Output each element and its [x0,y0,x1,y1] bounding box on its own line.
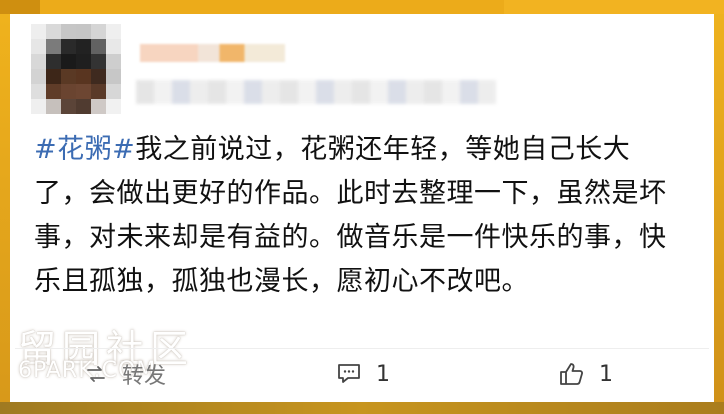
comment-icon [336,361,362,387]
repost-button[interactable]: 转发 [84,359,166,389]
thumbs-up-icon [557,360,585,388]
like-button[interactable]: 1 [557,359,613,389]
post-meta-blurred [136,80,496,104]
comment-count: 1 [376,361,390,387]
post-action-bar: 转发 1 1 [15,348,709,401]
repost-icon [84,362,108,386]
frame-top-right-accent [504,0,724,14]
avatar[interactable] [31,24,121,114]
frame-bottom-edge [0,402,724,414]
hashtag-link[interactable]: #花粥# [34,134,135,165]
comment-button[interactable]: 1 [336,359,390,389]
avatar-pixelated-image [31,24,121,114]
like-count: 1 [599,361,613,387]
repost-label: 转发 [122,364,167,389]
post-body: #花粥#我之前说过，花粥还年轻，等她自己长大了，会做出更好的作品。此时去整理一下… [34,128,684,304]
frame-left-edge [0,0,10,414]
frame-top-left-accent [0,0,40,14]
username-blurred [140,44,285,62]
frame-right-edge [714,0,724,414]
